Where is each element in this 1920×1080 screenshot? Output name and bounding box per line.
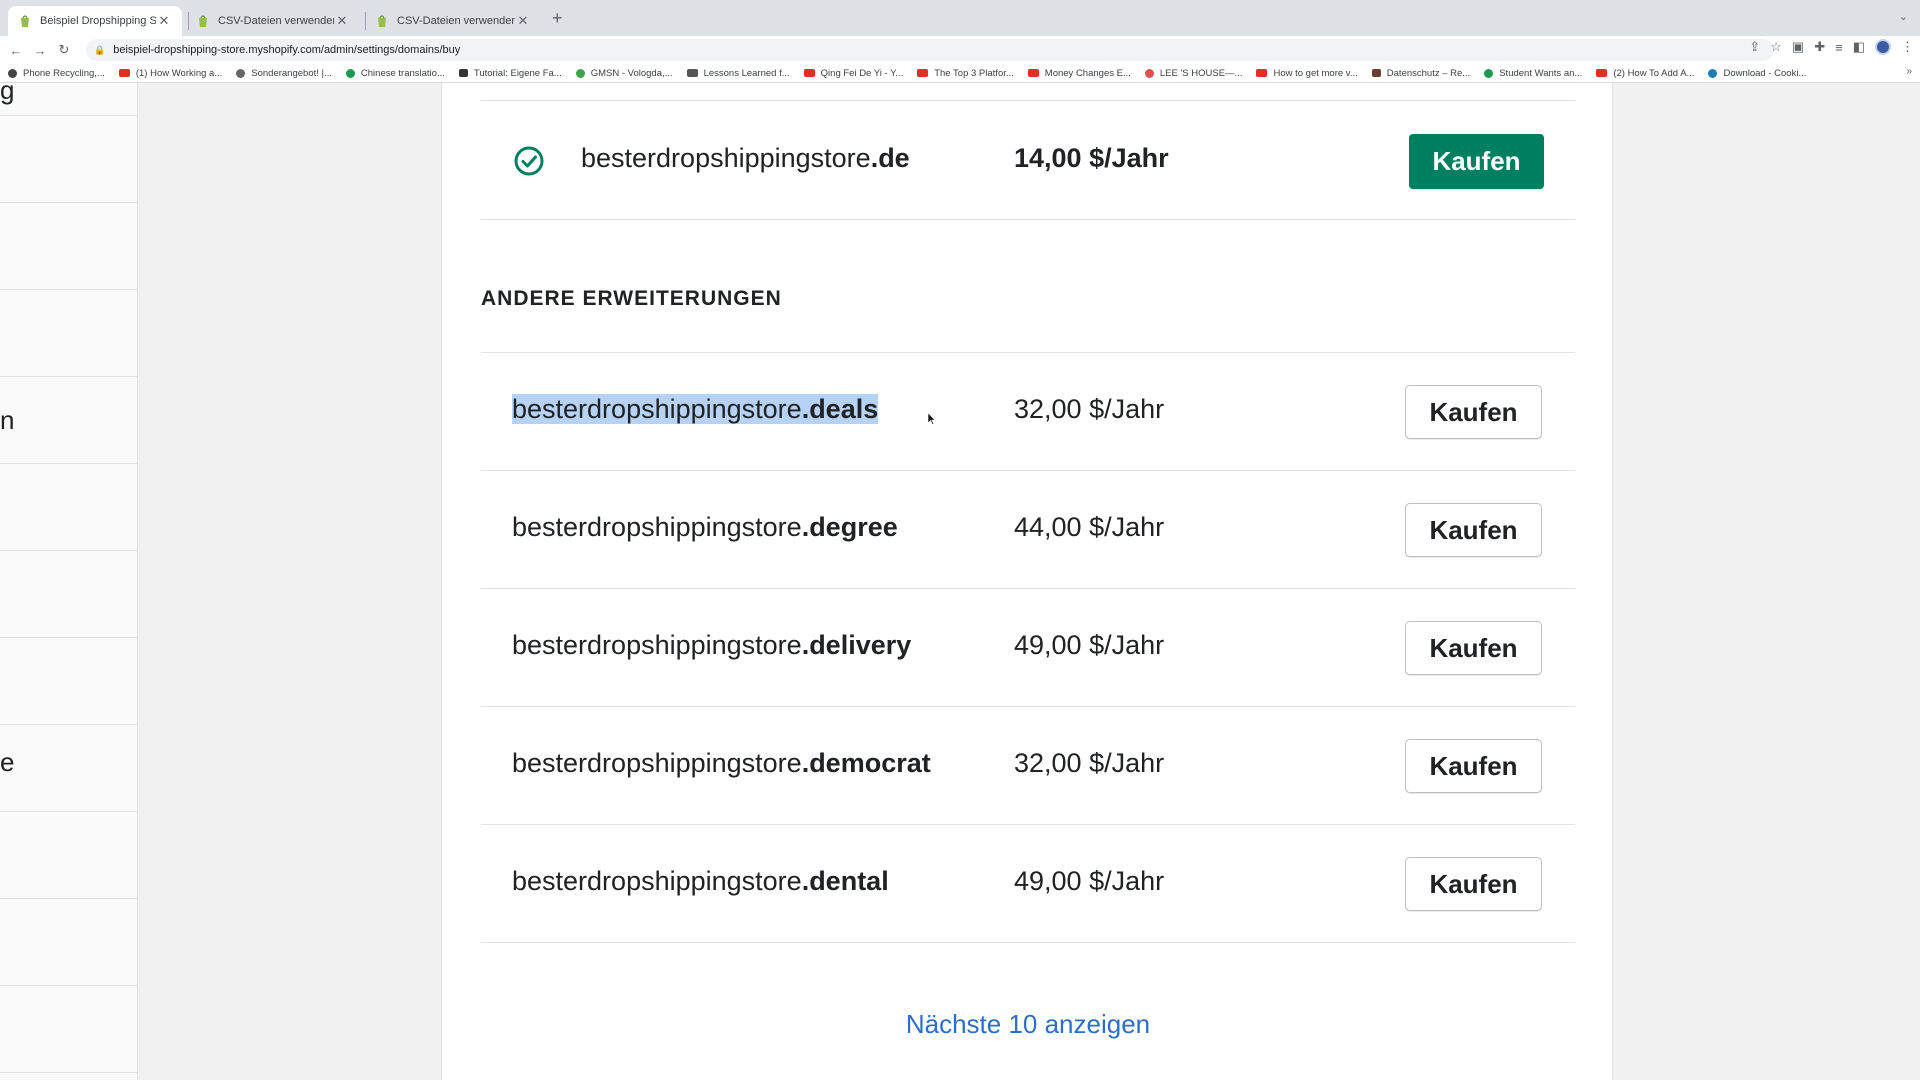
bookmark-item[interactable]: Sonderangebot! |... [236,68,332,79]
tab-title: CSV-Dateien verwenden, um P [218,15,334,27]
sidebar-item-label[interactable]: e [0,747,14,778]
show-next-link[interactable]: Nächste 10 anzeigen [442,1009,1614,1040]
toolbar-actions: ⇪ ☆ ▣ ✚ ≡ ◧ ⋮ [1749,39,1914,55]
featured-domain-name: besterdropshippingstore.de [581,143,910,173]
url-text: beispiel-dropshipping-store.myshopify.co… [113,44,461,56]
address-bar[interactable]: 🔒 beispiel-dropshipping-store.myshopify.… [86,39,1774,61]
domain-price: 32,00 $/Jahr [1014,748,1165,778]
close-icon[interactable]: ✕ [156,13,172,29]
domain-name: besterdropshippingstore.democrat [512,748,931,778]
bookmark-item[interactable]: Qing Fei De Yi - Y... [803,68,903,79]
buy-featured-button[interactable]: Kaufen [1409,134,1544,189]
avatar[interactable] [1875,39,1891,55]
domain-price: 49,00 $/Jahr [1014,866,1165,896]
bookmark-item[interactable]: Tutorial: Eigene Fa... [458,68,562,79]
domain-price: 32,00 $/Jahr [1014,394,1165,424]
domain-price: 44,00 $/Jahr [1014,512,1165,542]
bookmark-item[interactable]: Phone Recycling,... [8,68,105,79]
buy-button[interactable]: Kaufen [1405,857,1542,911]
reading-list-icon[interactable]: ≡ [1835,40,1843,55]
tab-3[interactable]: CSV-Dateien verwenden, um P ✕ [365,6,541,36]
back-icon[interactable]: ← [4,43,28,58]
close-icon[interactable]: ✕ [515,13,531,29]
tab-strip: Beispiel Dropshipping Store · D ✕ CSV-Da… [0,0,1920,36]
star-icon[interactable]: ☆ [1770,39,1782,55]
toolbar: ← → ↻ 🔒 beispiel-dropshipping-store.mysh… [0,36,1920,64]
bookmark-item[interactable]: Datenschutz – Re... [1371,68,1470,79]
sidebar-item-label[interactable]: g [0,75,14,106]
check-circle-icon [514,146,544,176]
domain-name: besterdropshippingstore.degree [512,512,898,542]
bookmark-item[interactable]: (1) How Working a... [118,68,222,79]
close-icon[interactable]: ✕ [334,13,350,29]
browser-chrome: Beispiel Dropshipping Store · D ✕ CSV-Da… [0,0,1920,83]
buy-button[interactable]: Kaufen [1405,503,1542,557]
sidepanel-icon[interactable]: ◧ [1853,39,1865,55]
domain-name: besterdropshippingstore.delivery [512,630,912,660]
bookmark-item[interactable]: (2) How To Add A... [1596,68,1694,79]
lock-icon: 🔒 [94,44,106,55]
cursor-icon [928,413,936,425]
tab-title: CSV-Dateien verwenden, um P [397,15,515,27]
shopify-icon [378,15,386,27]
shopify-icon [199,15,207,27]
shopify-icon [21,15,29,27]
forward-icon[interactable]: → [28,43,52,58]
domain-price: 49,00 $/Jahr [1014,630,1165,660]
bookmark-item[interactable]: GMSN - Vologda,... [575,68,673,79]
menu-icon[interactable]: ⋮ [1901,39,1914,55]
featured-domain-price: 14,00 $/Jahr [1014,143,1169,173]
buy-button[interactable]: Kaufen [1405,739,1542,793]
tab-2[interactable]: CSV-Dateien verwenden, um P ✕ [186,6,360,36]
reload-icon[interactable]: ↻ [52,42,76,58]
tab-title: Beispiel Dropshipping Store · D [40,15,156,27]
admin-sidebar: g n e [0,75,138,1080]
bookmark-item[interactable]: Download - Cooki... [1708,68,1806,79]
new-tab-icon[interactable]: + [552,8,563,29]
domain-results-card: besterdropshippingstore.de 14,00 $/Jahr … [441,83,1613,1080]
sidebar-item-label[interactable]: n [0,405,14,436]
domain-name: besterdropshippingstore.dental [512,866,889,896]
domain-name: besterdropshippingstore.deals [512,394,879,424]
buy-button[interactable]: Kaufen [1405,385,1542,439]
bookmark-item[interactable]: Student Wants an... [1484,68,1582,79]
bookmarks-bar: Phone Recycling,... (1) How Working a...… [0,64,1920,83]
tab-1[interactable]: Beispiel Dropshipping Store · D ✕ [8,6,182,36]
bookmark-item[interactable]: How to get more v... [1256,68,1358,79]
extension-icon[interactable]: ▣ [1792,39,1804,55]
bookmark-item[interactable]: The Top 3 Platfor... [917,68,1014,79]
chevron-right-icon[interactable]: » [1906,66,1912,77]
chevron-down-icon[interactable]: ⌄ [1899,10,1908,23]
buy-button[interactable]: Kaufen [1405,621,1542,675]
share-icon[interactable]: ⇪ [1749,39,1760,55]
bookmark-item[interactable]: Lessons Learned f... [686,68,790,79]
section-title: ANDERE ERWEITERUNGEN [481,287,782,310]
puzzle-icon[interactable]: ✚ [1814,39,1825,55]
bookmark-item[interactable]: Chinese translatio... [345,68,445,79]
bookmark-item[interactable]: Money Changes E... [1027,68,1131,79]
bookmark-item[interactable]: LEE 'S HOUSE—... [1144,68,1242,79]
